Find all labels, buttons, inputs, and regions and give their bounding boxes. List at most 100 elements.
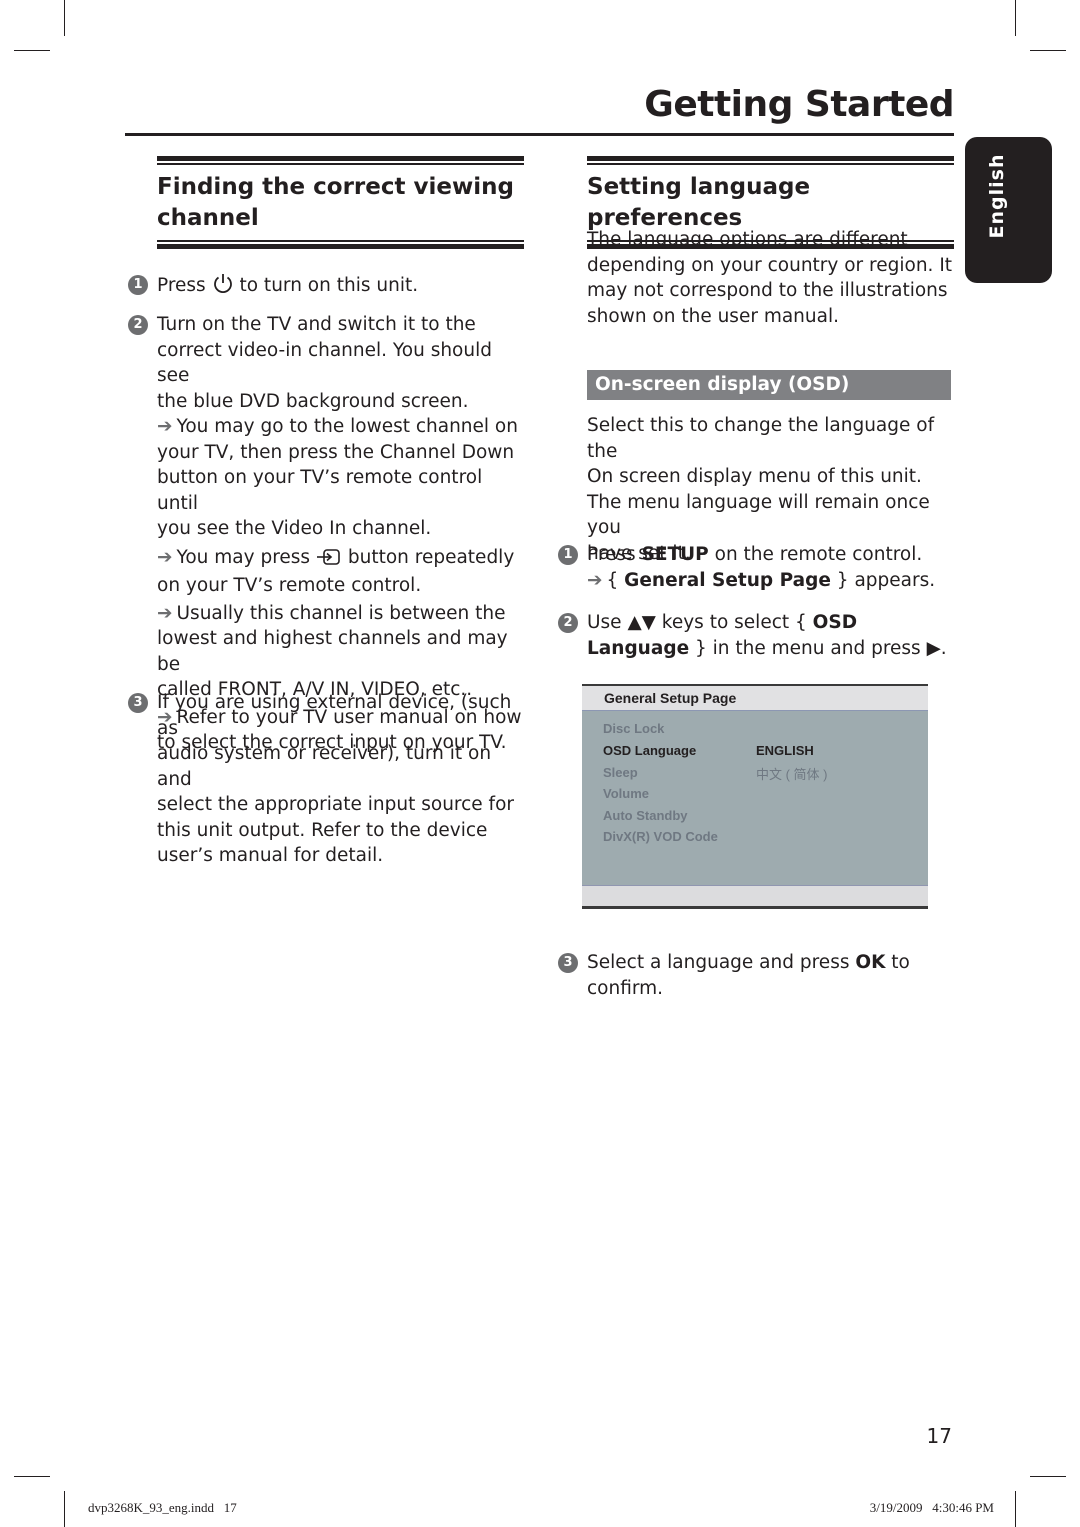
osd-menu-footer [582, 886, 928, 906]
crop-mark [1030, 50, 1066, 51]
note: ➔ You may go to the lowest channel on you… [157, 414, 527, 542]
right-step-2: Use ▲▼ keys to select { OSD Language } i… [587, 610, 957, 661]
step-text: user’s manual for detail. [157, 845, 384, 866]
osd-menu-item: Volume [603, 786, 649, 801]
title-rule [125, 133, 954, 136]
step-text: Press [157, 275, 206, 296]
description-text: On screen display menu of this unit. [587, 466, 922, 487]
note-text: lowest and highest channels and may be [157, 628, 508, 675]
menu-item-name: OSD [812, 612, 858, 633]
intro-text: The language options are different [587, 229, 908, 250]
arrow-icon: ➔ [157, 602, 173, 624]
step-text: } in the menu and press [689, 637, 927, 659]
menu-item-name: Language [587, 637, 690, 659]
step-text: to turn on this unit. [239, 275, 419, 296]
step-badge: 1 [558, 545, 578, 565]
left-step-2: Turn on the TV and switch it to the corr… [157, 312, 527, 756]
intro-text: may not correspond to the illustrations [587, 280, 948, 301]
osd-option-selected: ENGLISH [756, 743, 814, 758]
note-text: Usually this channel is between the [176, 602, 506, 624]
step-text: on the remote control. [708, 544, 923, 565]
step-text: Select a language and press [587, 952, 856, 973]
right-step-1: Press SETUP on the remote control. ➔{ Ge… [587, 542, 957, 593]
osd-menu-body: Disc Lock OSD Language Sleep Volume Auto… [582, 710, 928, 886]
crop-mark [64, 0, 65, 36]
crop-mark [14, 1476, 50, 1477]
intro-text: shown on the user manual. [587, 305, 839, 327]
osd-menu-title: General Setup Page [582, 686, 928, 710]
section-rule-top [157, 156, 524, 165]
left-section-header: Finding the correct viewing channel [157, 156, 524, 249]
language-tab: English [965, 137, 1052, 283]
language-tab-label: English [985, 153, 1008, 239]
note-text: your TV, then press the Channel Down [157, 441, 515, 463]
osd-menu-item-selected: OSD Language [603, 743, 697, 758]
input-source-icon [316, 548, 342, 574]
crop-mark [1015, 1491, 1016, 1527]
left-section-title-line: channel [157, 205, 259, 231]
arrow-icon: ➔ [157, 416, 173, 437]
step-text: } appears. [830, 569, 936, 591]
ok-key-label: OK [855, 952, 886, 973]
step-badge: 2 [558, 613, 578, 633]
left-section-title: Finding the correct viewing channel [157, 172, 524, 234]
step-text: Turn on the TV and switch it to the [157, 314, 476, 335]
intro-paragraph: The language options are different depen… [587, 227, 957, 329]
step-text: to [885, 952, 910, 973]
description-text: The menu language will remain once you [587, 491, 930, 539]
crop-mark [1030, 1476, 1066, 1477]
step-text: this unit output. Refer to the device [157, 819, 488, 841]
step-text: the blue DVD background screen. [157, 390, 469, 412]
page-title: Getting Started [644, 84, 954, 125]
right-step-3: Select a language and press OK to confir… [587, 950, 957, 1001]
osd-language-subheading: On-screen display (OSD) language [587, 370, 951, 425]
note-text: You may press [176, 546, 311, 568]
osd-menu-item: Auto Standby [603, 808, 688, 823]
osd-menu-illustration: General Setup Page Disc Lock OSD Languag… [582, 684, 928, 909]
step-text: Press [587, 544, 642, 565]
right-section-title: Setting language preferences [587, 174, 811, 231]
left-step-3: If you are using external device, (such … [157, 690, 527, 869]
note-text: button on your TV’s remote control until [157, 467, 483, 514]
description-text: Select this to change the language of th… [587, 415, 935, 462]
right-arrow-icon: ▶ [926, 637, 941, 659]
slug-timestamp: 3/19/2009 4:30:46 PM [869, 1500, 994, 1515]
crop-mark [1015, 0, 1016, 36]
osd-menu-item: Disc Lock [603, 721, 665, 736]
left-section-title-line: Finding the correct viewing [157, 174, 514, 200]
step-text: confirm. [587, 977, 664, 999]
setup-key-label: SETUP [641, 544, 709, 565]
slug-filename: dvp3268K_93_eng.indd 17 [88, 1500, 237, 1515]
step-text: keys to select { [655, 612, 813, 633]
step-text: select the appropriate input source for [157, 794, 514, 815]
step-text: Use [587, 612, 628, 633]
step-badge: 3 [558, 953, 578, 973]
page-number: 17 [926, 1424, 952, 1448]
note-text: button repeatedly [347, 546, 515, 568]
left-step-1: Press to turn on this unit. [157, 272, 527, 302]
step-badge: 1 [128, 275, 148, 295]
intro-text: depending on your country or region. It [587, 254, 953, 276]
step-badge: 2 [128, 315, 148, 335]
menu-name: General Setup Page [624, 569, 831, 591]
note-text: on your TV’s remote control. [157, 575, 422, 596]
note-text: You may go to the lowest channel on [176, 416, 518, 437]
crop-mark [64, 1491, 65, 1527]
osd-menu-item: Sleep [603, 765, 638, 780]
step-text: { [606, 569, 625, 591]
up-down-arrow-icon: ▲▼ [627, 612, 656, 633]
step-text: audio system or receiver), turn it on an… [157, 743, 492, 790]
note: ➔ Usually this channel is between the low… [157, 601, 527, 703]
step-text: If you are using external device, (such … [157, 692, 512, 739]
arrow-icon: ➔ [157, 546, 173, 568]
power-icon [212, 272, 234, 302]
section-rule-top [587, 156, 954, 165]
section-rule-bottom [157, 240, 524, 249]
note: ➔ You may press button repeatedly on your… [157, 545, 527, 599]
osd-menu-item: DivX(R) VOD Code [603, 829, 718, 844]
osd-option: 中文 ( 简体 ) [756, 767, 828, 782]
crop-mark [14, 50, 50, 51]
step-badge: 3 [128, 693, 148, 713]
step-text: correct video-in channel. You should see [157, 339, 492, 387]
osd-bottom-rule [582, 906, 928, 909]
